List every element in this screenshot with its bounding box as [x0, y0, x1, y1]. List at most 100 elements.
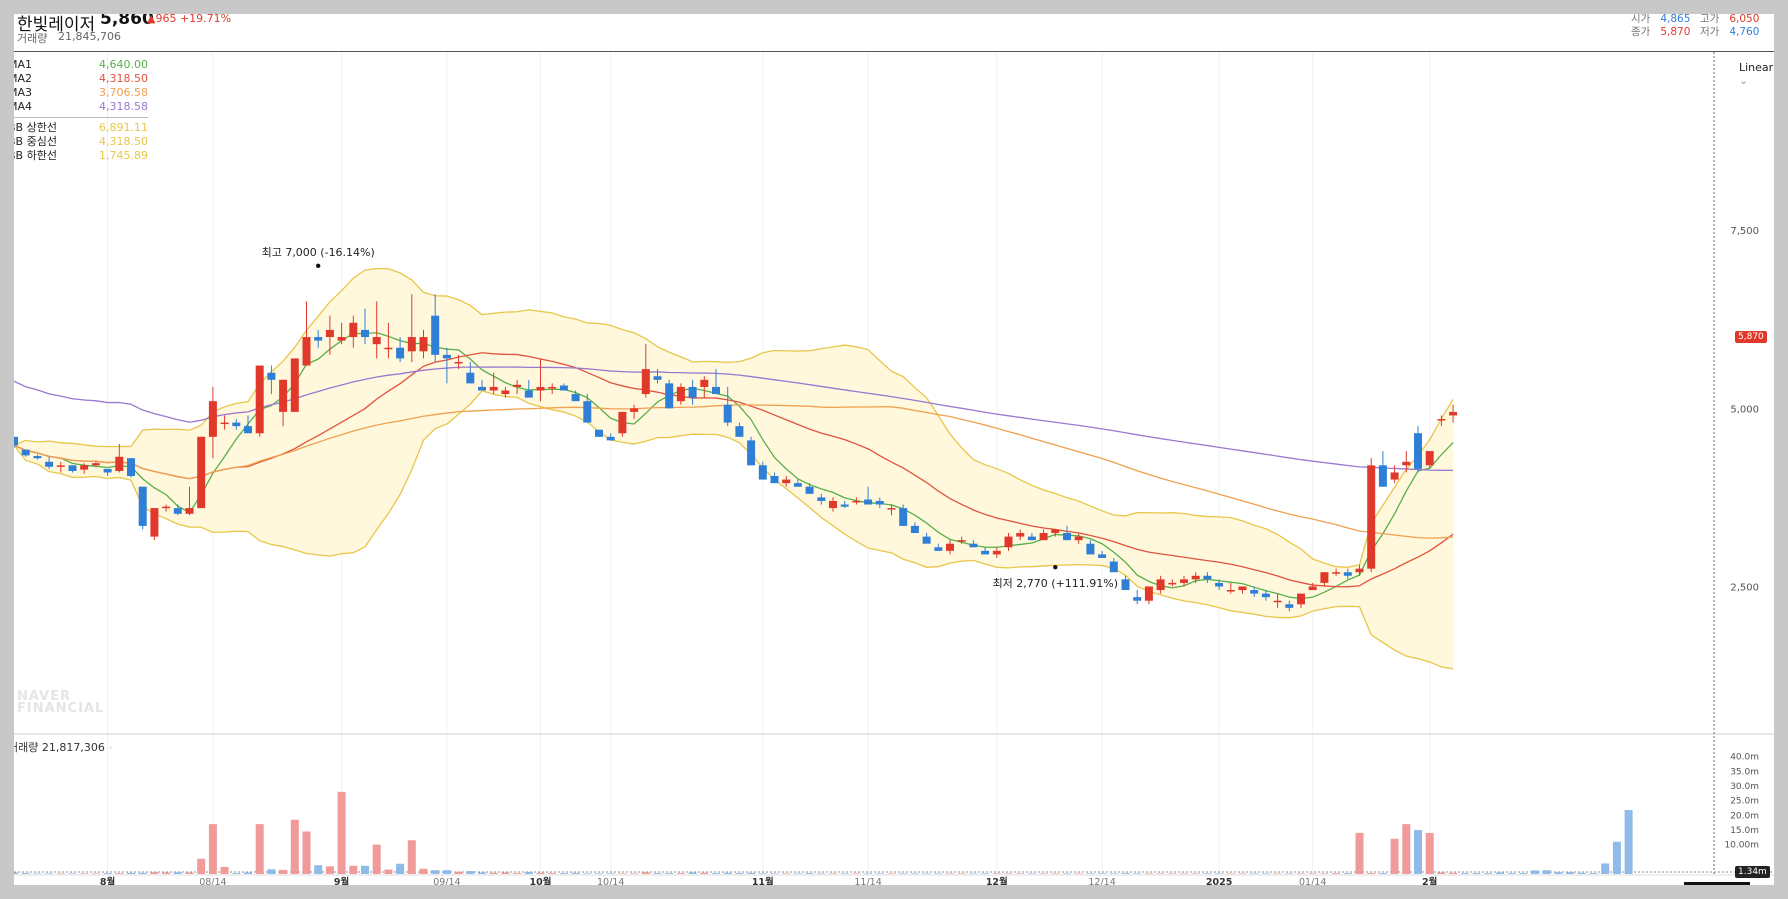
candle-body	[1121, 579, 1130, 591]
volume-bar	[489, 872, 498, 874]
volume-bar	[1402, 824, 1411, 874]
volume-bar	[524, 871, 533, 874]
volume-bar	[1086, 873, 1095, 874]
scale-mode-dropdown[interactable]: Linear ⌄	[1739, 61, 1774, 87]
volume-bar	[115, 873, 124, 874]
candle-body	[747, 440, 756, 466]
candle-body	[150, 508, 159, 537]
candle-body	[665, 383, 674, 409]
volume-bar	[595, 873, 603, 874]
x-tick-label: 11/14	[854, 877, 881, 885]
chevron-down-icon: ⌄	[1739, 74, 1749, 87]
volume-bar	[676, 873, 685, 874]
volume-bar	[899, 873, 908, 874]
candle-body	[1320, 572, 1329, 583]
candle-body	[1367, 465, 1376, 569]
legend-bb-upper: BB 상한선6,891.11	[14, 121, 148, 134]
volume-bar	[1472, 873, 1481, 874]
volume-bar	[700, 872, 709, 874]
candle-body	[302, 337, 311, 366]
volume-bar	[138, 872, 147, 874]
volume-tick-label: 25.0m	[1730, 797, 1759, 807]
candle-body	[138, 486, 147, 526]
candle-body	[33, 456, 42, 459]
volume-bar	[1226, 873, 1235, 874]
candle-body	[735, 426, 744, 437]
volume-bar	[314, 865, 323, 874]
volume-bar	[1168, 873, 1177, 874]
volume-bar	[349, 865, 358, 874]
volume-bar	[173, 872, 182, 874]
candle-body	[817, 497, 826, 501]
stock-price: 5,860	[100, 14, 154, 29]
candle-body	[1191, 575, 1200, 580]
volume-bar	[1414, 829, 1422, 874]
volume-bar	[1109, 873, 1118, 874]
volume-bar	[957, 873, 966, 874]
candle-body	[279, 379, 288, 412]
volume-bar	[1144, 873, 1153, 874]
candle-body	[442, 354, 451, 359]
volume-bar	[1004, 873, 1013, 874]
volume-bar	[232, 873, 241, 874]
candle-body	[513, 384, 522, 387]
candle-body	[1016, 533, 1025, 537]
volume-bar	[1531, 870, 1539, 874]
volume-bar	[1332, 873, 1341, 874]
candle-body	[782, 479, 791, 484]
candle-body	[758, 465, 767, 480]
candle-body	[548, 386, 557, 389]
last-volume-tag: 1.34m	[1735, 866, 1770, 878]
volume-bar	[758, 873, 767, 874]
candle-body	[1074, 536, 1083, 541]
volume-bar	[829, 873, 837, 874]
candle-body	[361, 329, 369, 338]
volume-bar	[1203, 873, 1212, 874]
legend-divider	[14, 117, 148, 118]
x-tick-label: 2월	[1422, 876, 1437, 885]
volume-bar	[1074, 873, 1083, 874]
volume-bar	[1180, 873, 1188, 874]
candle-body	[489, 386, 498, 391]
settings-dot-icon[interactable]: ◦	[108, 744, 113, 754]
volume-value: 21,845,706	[58, 30, 121, 43]
volume-bar	[185, 872, 194, 874]
candle-body	[1226, 590, 1235, 592]
volume-bar	[735, 873, 744, 874]
candle-body	[1250, 590, 1259, 594]
volume-label: 거래량	[17, 32, 48, 45]
volume-bar	[33, 873, 42, 874]
legend-bb-lower: BB 하한선1,745.89	[14, 149, 148, 162]
volume-bar	[1051, 873, 1060, 874]
volume-bar	[536, 872, 545, 874]
volume-bar	[1039, 873, 1048, 874]
candle-body	[337, 337, 346, 341]
volume-bar	[1133, 873, 1142, 874]
volume-bar	[1425, 832, 1434, 874]
volume-bar	[454, 871, 463, 874]
volume-bar	[864, 873, 873, 874]
candle-body	[1425, 451, 1434, 466]
volume-bar	[793, 873, 802, 874]
volume-bar	[1016, 873, 1025, 874]
candle-body	[957, 540, 966, 542]
candle-body	[1133, 597, 1142, 601]
x-tick-label: 09/14	[433, 877, 460, 885]
volume-panel-title: 거래량 21,817,306 ◦	[14, 741, 114, 754]
volume-bar	[606, 873, 615, 874]
candle-body	[267, 372, 276, 380]
volume-bar	[208, 824, 217, 874]
candle-body	[290, 358, 299, 412]
candle-body	[255, 365, 264, 434]
volume-bar	[290, 819, 299, 874]
volume-bar	[1156, 873, 1165, 874]
candle-body	[314, 337, 323, 341]
volume-bar	[1566, 872, 1575, 874]
candle-body	[220, 422, 229, 425]
x-tick-label: 8월	[100, 876, 115, 885]
volume-bar	[910, 873, 919, 874]
candle-body	[80, 465, 89, 470]
candle-body	[372, 337, 381, 345]
volume-bar	[91, 873, 100, 874]
price-chart[interactable]: 2,500 5,000 7,500 최고 7,000 (-16.14%) 최저 2,77…	[14, 14, 1774, 885]
